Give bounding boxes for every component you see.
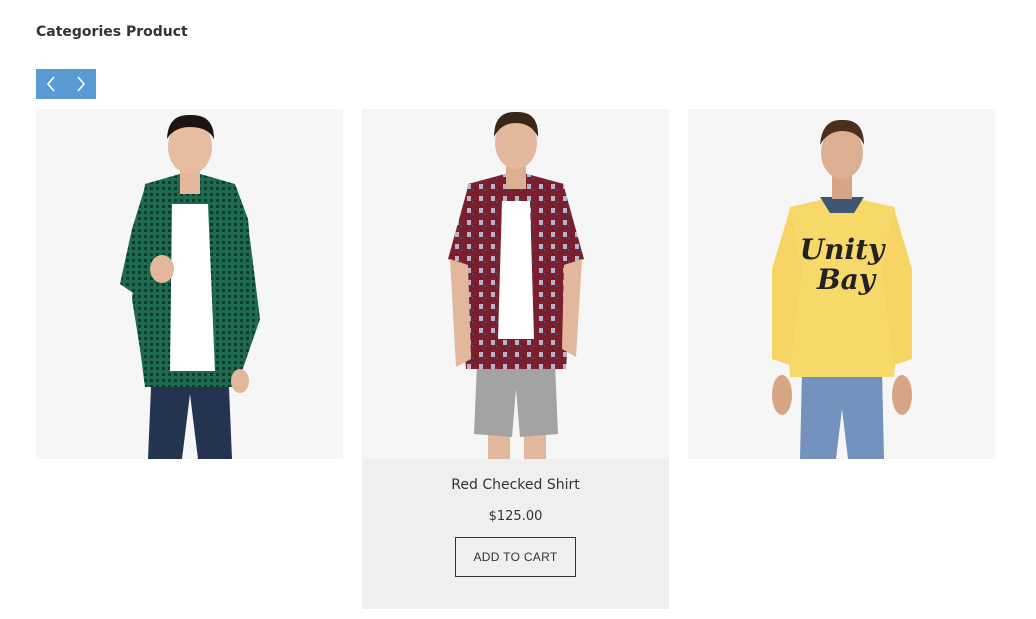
product-card	[36, 109, 343, 459]
add-to-cart-button[interactable]: ADD TO CART	[455, 537, 576, 577]
next-button[interactable]	[66, 69, 96, 99]
sweatshirt-print-line-2: Bay	[815, 263, 876, 296]
chevron-left-icon	[46, 76, 55, 92]
model-red-printed-shirt	[447, 111, 584, 459]
product-image[interactable]	[362, 109, 669, 459]
model-yellow-sweatshirt: Unity Bay	[771, 119, 912, 459]
product-image[interactable]: Unity Bay	[688, 109, 995, 459]
product-price: $125.00	[488, 509, 543, 524]
carousel-nav	[36, 69, 96, 99]
product-info: Red Checked Shirt $125.00 ADD TO CART	[362, 459, 669, 609]
section-title: Categories Product	[36, 24, 188, 40]
product-card: Red Checked Shirt $125.00 ADD TO CART	[362, 109, 669, 609]
prev-button[interactable]	[36, 69, 66, 99]
chevron-right-icon	[77, 76, 86, 92]
product-image[interactable]	[36, 109, 343, 459]
product-name[interactable]: Red Checked Shirt	[362, 459, 669, 493]
sweatshirt-print-line-1: Unity	[799, 233, 885, 266]
model-green-checked-shirt	[119, 114, 260, 459]
product-card: Unity Bay	[688, 109, 995, 459]
